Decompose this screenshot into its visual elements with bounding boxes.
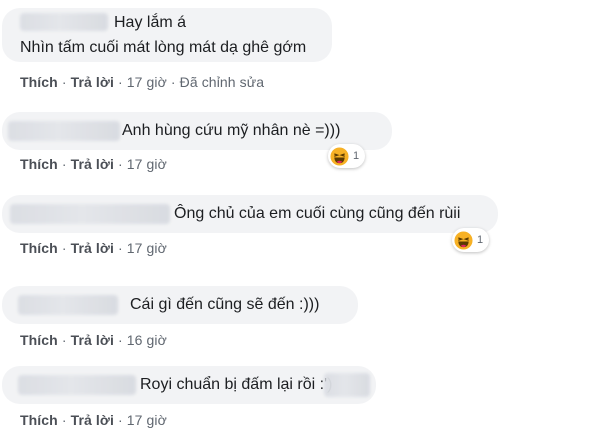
redacted-author-name	[10, 204, 170, 224]
comment-bubble: Royi chuẩn bị đấm lại rồi :')	[2, 366, 376, 404]
reaction-count: 1	[353, 150, 360, 162]
comment-text: Anh hùng cứu mỹ nhân nè =)))	[122, 122, 341, 139]
like-button[interactable]: Thích	[20, 332, 58, 348]
separator: ·	[117, 74, 123, 90]
haha-icon	[454, 230, 473, 250]
edited-label[interactable]: Đã chỉnh sửa	[180, 74, 265, 90]
reply-button[interactable]: Trả lời	[71, 74, 114, 90]
redacted-author-name	[20, 13, 108, 31]
separator: ·	[170, 74, 176, 90]
separator: ·	[117, 240, 123, 256]
like-button[interactable]: Thích	[20, 412, 58, 428]
comment-text: Cái gì đến cũng sẽ đến :)))	[130, 296, 320, 313]
comment-bubble: Hay lắm á Nhìn tấm cuối mát lòng mát dạ …	[2, 8, 332, 62]
comment-actions: Thích · Trả lời · 17 giờ	[20, 156, 167, 172]
reply-button[interactable]: Trả lời	[71, 240, 114, 256]
reaction-count: 1	[477, 234, 484, 246]
comment-bubble: Cái gì đến cũng sẽ đến :)))	[2, 286, 358, 324]
timestamp[interactable]: 17 giờ	[127, 240, 167, 256]
reply-button[interactable]: Trả lời	[71, 332, 114, 348]
comment-bubble: Anh hùng cứu mỹ nhân nè =)))	[2, 112, 392, 150]
comment-text-line: Hay lắm á	[114, 14, 187, 31]
comment-thread: Hay lắm á Nhìn tấm cuối mát lòng mát dạ …	[0, 0, 600, 441]
separator: ·	[117, 412, 123, 428]
comment-actions: Thích · Trả lời · 17 giờ	[20, 412, 167, 428]
redacted-emoji	[324, 373, 370, 397]
comment-text: Royi chuẩn bị đấm lại rồi :')	[140, 376, 333, 393]
comment-actions: Thích · Trả lời · 17 giờ	[20, 240, 167, 256]
redacted-author-name	[18, 375, 136, 395]
comment-text-line: Nhìn tấm cuối mát lòng mát dạ ghê gớm	[20, 39, 307, 56]
like-button[interactable]: Thích	[20, 240, 58, 256]
comment-bubble: Ông chủ của em cuối cùng cũng đến rùii	[2, 195, 498, 233]
like-button[interactable]: Thích	[20, 74, 58, 90]
comment-text: Ông chủ của em cuối cùng cũng đến rùii	[174, 205, 461, 222]
separator: ·	[61, 412, 67, 428]
separator: ·	[117, 156, 123, 172]
separator: ·	[61, 156, 67, 172]
redacted-author-name	[18, 295, 118, 315]
separator: ·	[117, 332, 123, 348]
comment-actions: Thích · Trả lời · 17 giờ · Đã chỉnh sửa	[20, 74, 264, 90]
reply-button[interactable]: Trả lời	[71, 412, 114, 428]
reaction-badge[interactable]: 1	[328, 144, 366, 168]
like-button[interactable]: Thích	[20, 156, 58, 172]
timestamp[interactable]: 17 giờ	[127, 74, 167, 90]
separator: ·	[61, 74, 67, 90]
reaction-badge[interactable]: 1	[452, 228, 490, 252]
redacted-author-name	[8, 121, 120, 141]
comment-actions: Thích · Trả lời · 16 giờ	[20, 332, 167, 348]
haha-icon	[330, 146, 349, 166]
separator: ·	[61, 240, 67, 256]
reply-button[interactable]: Trả lời	[71, 156, 114, 172]
timestamp[interactable]: 17 giờ	[127, 412, 167, 428]
separator: ·	[61, 332, 67, 348]
timestamp[interactable]: 17 giờ	[127, 156, 167, 172]
timestamp[interactable]: 16 giờ	[127, 332, 167, 348]
